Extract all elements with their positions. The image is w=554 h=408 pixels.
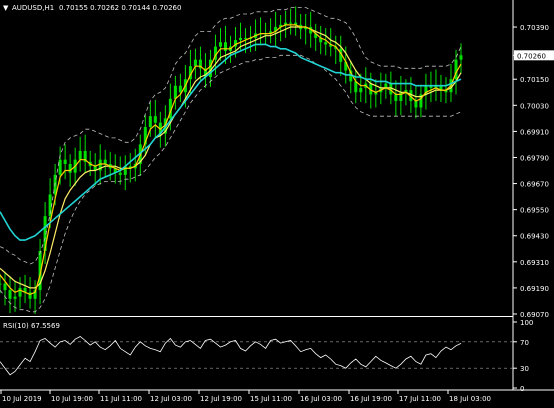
- time-tick-label: 16 Jul 03:00: [300, 395, 342, 403]
- header-dropdown-icon[interactable]: ▼: [3, 4, 9, 12]
- time-tick-label: 18 Jul 03:00: [449, 395, 491, 403]
- candle-body: [239, 37, 243, 41]
- candle-body: [218, 42, 222, 47]
- candle-body: [28, 292, 32, 299]
- candle-body: [3, 283, 7, 291]
- candle-body: [8, 290, 12, 299]
- price-tick-label: 0.69310: [520, 259, 549, 267]
- rsi-tick-label: 100: [520, 319, 533, 327]
- time-tick-label: 12 Jul 03:00: [150, 395, 192, 403]
- time-tick-label: 16 Jul 19:00: [350, 395, 392, 403]
- price-tick-label: 0.69910: [520, 128, 549, 136]
- candle-body: [178, 85, 182, 93]
- candle-body: [414, 100, 418, 108]
- candle-body: [0, 283, 2, 285]
- time-tick-label: 11 Jul 11:00: [100, 395, 142, 403]
- rsi-tick-label: 70: [520, 339, 529, 347]
- price-tick-label: 0.70390: [520, 24, 549, 32]
- time-tick-label: 10 Jul 19:00: [51, 395, 93, 403]
- candle-body: [13, 296, 17, 299]
- rsi-label: RSI(10) 67.5569: [3, 322, 60, 330]
- candle-body: [18, 287, 22, 297]
- candle-body: [394, 94, 398, 101]
- ohlc-values: 0.70155 0.70262 0.70144 0.70260: [59, 4, 181, 12]
- candle-body: [193, 59, 197, 67]
- price-tick-label: 0.69190: [520, 285, 549, 293]
- candle-body: [63, 159, 67, 164]
- time-tick-label: 15 Jul 11:00: [250, 395, 292, 403]
- price-tick-label: 0.69550: [520, 207, 549, 215]
- candle-body: [103, 159, 107, 164]
- time-tick-label: 12 Jul 19:00: [200, 395, 242, 403]
- time-tick-label: 17 Jul 11:00: [399, 395, 441, 403]
- symbol-header[interactable]: ▼ AUDUSD,H1 0.70155 0.70262 0.70144 0.70…: [3, 4, 181, 12]
- price-chart[interactable]: ▼ AUDUSD,H1 0.70155 0.70262 0.70144 0.70…: [0, 0, 554, 408]
- price-tick-label: 0.70030: [520, 102, 549, 110]
- candle-body: [289, 22, 293, 24]
- price-tag-label: 0.70260: [517, 52, 546, 60]
- price-tick-label: 0.69790: [520, 154, 549, 162]
- price-tick-label: 0.69670: [520, 181, 549, 189]
- candle-body: [68, 164, 72, 173]
- candle-body: [324, 42, 328, 45]
- price-tick-label: 0.69070: [520, 311, 549, 319]
- candle-body: [223, 42, 227, 51]
- time-tick-label: 10 Jul 2019: [2, 395, 42, 403]
- candle-body: [118, 172, 122, 175]
- candle-body: [153, 116, 157, 123]
- candle-body: [148, 116, 152, 128]
- rsi-tick-label: 30: [520, 365, 529, 373]
- candle-body: [78, 150, 82, 160]
- candle-body: [459, 55, 463, 60]
- price-tick-label: 0.70150: [520, 76, 549, 84]
- current-price-tag: 0.70260: [514, 50, 554, 61]
- chart-background: [0, 0, 554, 408]
- price-tick-label: 0.69430: [520, 233, 549, 241]
- candle-body: [359, 87, 363, 93]
- symbol-label: AUDUSD,H1: [12, 4, 54, 12]
- candle-body: [173, 85, 177, 99]
- candle-body: [244, 37, 248, 39]
- rsi-tick-label: 0: [520, 385, 524, 393]
